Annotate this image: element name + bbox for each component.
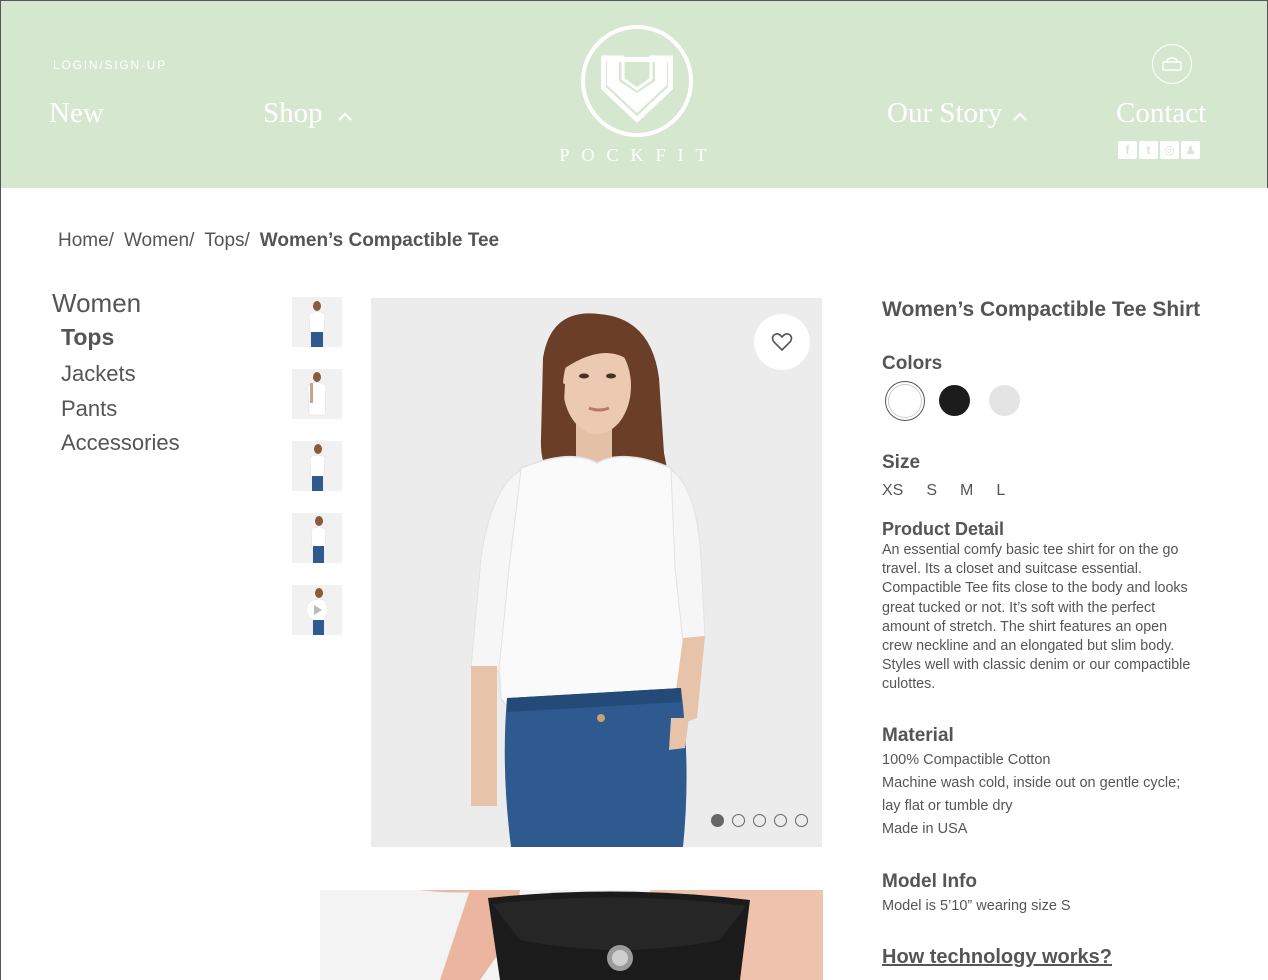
product-thumbnail-image: [292, 441, 342, 491]
size-option-m[interactable]: M: [960, 482, 973, 500]
cart-button[interactable]: [1152, 44, 1192, 84]
carousel-dot-1[interactable]: [711, 814, 724, 827]
instagram-icon[interactable]: ◎: [1160, 141, 1179, 159]
carousel-dot-5[interactable]: [795, 814, 808, 827]
model-photo: [371, 298, 822, 847]
nav-new[interactable]: New: [49, 97, 104, 130]
material-line: Machine wash cold, inside out on gentle …: [882, 775, 1181, 791]
color-swatch-grey[interactable]: [989, 385, 1020, 416]
breadcrumb-women[interactable]: Women/: [124, 230, 194, 252]
product-detail-text: An essential comfy basic tee shirt for o…: [882, 542, 1191, 693]
material-label: Material: [882, 725, 954, 746]
twitter-icon[interactable]: t: [1139, 141, 1158, 159]
facebook-icon[interactable]: f: [1118, 141, 1137, 159]
chevron-up-icon: [337, 111, 352, 121]
model-info-text: Model is 5’10” wearing size S: [882, 898, 1071, 914]
nav-our-story[interactable]: Our Story: [887, 97, 1028, 130]
thumbnail-1[interactable]: [292, 297, 342, 347]
product-detail-label: Product Detail: [882, 519, 1005, 539]
product-thumbnail-image: [292, 513, 342, 563]
nav-our-story-label: Our Story: [887, 97, 1003, 129]
product-title: Women’s Compactible Tee Shirt: [882, 298, 1201, 321]
size-options: XS S M L: [882, 482, 1005, 500]
colors-label: Colors: [882, 353, 943, 374]
snapchat-icon[interactable]: ♟: [1181, 141, 1200, 159]
login-signup-link[interactable]: LOGIN/SIGN-UP: [53, 58, 167, 72]
color-swatch-black[interactable]: [939, 385, 970, 416]
nav-shop-label: Shop: [263, 97, 323, 129]
size-label: Size: [882, 452, 921, 473]
carousel-dot-4[interactable]: [774, 814, 787, 827]
sidebar-item-jackets[interactable]: Jackets: [61, 361, 136, 387]
site-header: LOGIN/SIGN-UP New Shop POCKFIT Our Story…: [0, 0, 1268, 188]
how-technology-works-link[interactable]: How technology works?: [882, 946, 1112, 969]
brand-wordmark: POCKFIT: [559, 145, 719, 165]
heart-icon: [771, 333, 793, 352]
sidebar-title-women[interactable]: Women: [52, 288, 141, 319]
breadcrumb-current: Women’s Compactible Tee: [259, 230, 500, 251]
favorite-button[interactable]: [754, 314, 810, 370]
sidebar-item-pants[interactable]: Pants: [61, 396, 117, 422]
material-line: Made in USA: [882, 821, 968, 837]
thumbnail-5-video[interactable]: [292, 585, 342, 635]
frame-border: [0, 188, 1, 980]
secondary-product-image: [320, 890, 823, 980]
breadcrumb-home[interactable]: Home/: [58, 230, 114, 252]
sidebar-item-accessories[interactable]: Accessories: [61, 430, 180, 456]
size-option-xs[interactable]: XS: [882, 482, 903, 500]
color-swatch-white[interactable]: [885, 381, 925, 421]
product-thumbnail-image: [292, 369, 342, 419]
sidebar-item-tops[interactable]: Tops: [61, 324, 114, 351]
breadcrumb-tops[interactable]: Tops/: [204, 230, 249, 252]
main-product-image[interactable]: [371, 298, 822, 847]
social-links: f t ◎ ♟: [1118, 141, 1200, 159]
pocket-photo: [320, 890, 823, 980]
breadcrumb: Home/ Women/ Tops/ Women’s Compactible T…: [58, 230, 499, 252]
pockfit-logo-icon[interactable]: [579, 23, 695, 139]
model-info-label: Model Info: [882, 871, 977, 892]
material-line: 100% Compactible Cotton: [882, 752, 1051, 768]
thumbnail-3[interactable]: [292, 441, 342, 491]
thumbnail-2[interactable]: [292, 369, 342, 419]
size-option-s[interactable]: S: [926, 482, 937, 500]
nav-contact-label: Contact: [1116, 97, 1207, 129]
nav-shop[interactable]: Shop: [263, 97, 353, 130]
nav-contact[interactable]: Contact: [1116, 97, 1206, 130]
material-line: lay flat or tumble dry: [882, 798, 1013, 814]
carousel-dots: [711, 814, 808, 827]
product-thumbnail-image: [292, 585, 342, 635]
size-option-l[interactable]: L: [996, 482, 1005, 500]
nav-new-label: New: [49, 97, 104, 129]
carousel-dot-3[interactable]: [753, 814, 766, 827]
chevron-up-icon: [1013, 111, 1027, 121]
product-thumbnail-image: [292, 297, 342, 347]
carousel-dot-2[interactable]: [732, 814, 745, 827]
thumbnail-4[interactable]: [292, 513, 342, 563]
shopping-bag-icon: [1162, 57, 1182, 71]
